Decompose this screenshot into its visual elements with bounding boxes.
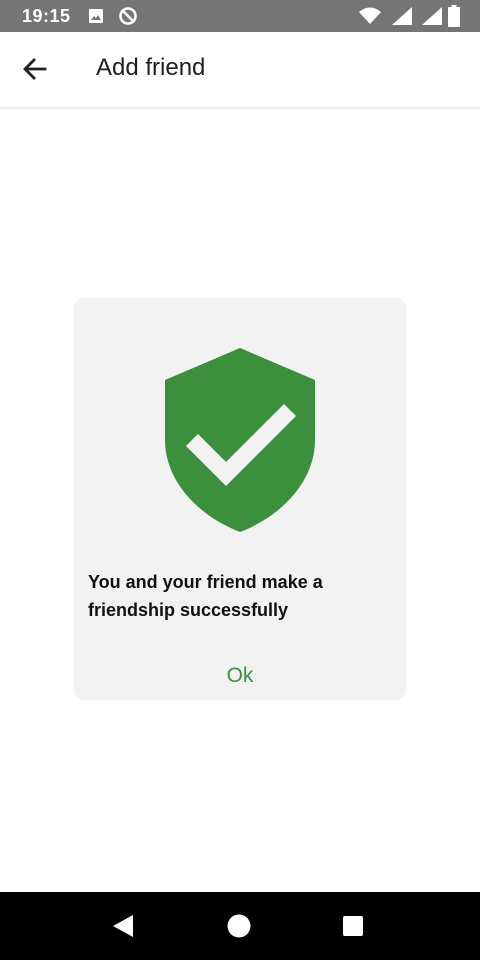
image-icon — [89, 9, 103, 23]
success-dialog: You and your friend make a friendship su… — [74, 298, 406, 700]
shield-check-icon — [165, 348, 315, 532]
app-bar: Add friend — [0, 32, 480, 108]
signal-icon — [422, 7, 442, 25]
battery-icon — [448, 5, 460, 27]
data-saver-icon — [119, 7, 137, 25]
arrow-back-icon — [23, 58, 47, 80]
status-time: 19:15 — [22, 6, 71, 26]
home-circle-icon[interactable] — [227, 914, 251, 938]
recents-square-icon[interactable] — [343, 916, 363, 936]
status-bar: 19:15 — [0, 0, 480, 32]
navigation-bar — [0, 892, 480, 960]
page-title: Add friend — [96, 54, 206, 81]
dialog-message: You and your friend make a friendship su… — [88, 572, 323, 620]
back-triangle-icon[interactable] — [112, 914, 134, 938]
signal-icon — [392, 7, 412, 25]
wifi-icon — [359, 7, 381, 24]
back-button[interactable] — [18, 52, 52, 86]
ok-button[interactable]: Ok — [210, 660, 270, 692]
